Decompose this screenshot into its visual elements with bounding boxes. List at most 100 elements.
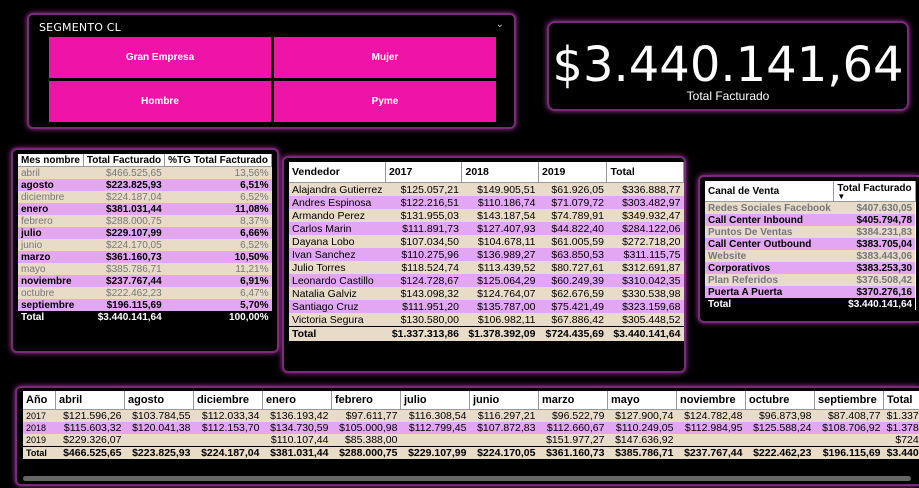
col-header[interactable]: Total (606, 162, 684, 183)
table-row[interactable]: julio $229.107,99 6,66% (18, 227, 272, 239)
table-row[interactable]: Call Center Inbound $405.794,78 (705, 214, 916, 226)
table-row[interactable]: Puntos De Ventas $384.231,83 (705, 226, 916, 238)
col-header[interactable]: Total Facturado (83, 154, 166, 167)
table-row[interactable]: 2019 $229.326,07 $110.107,44 $85.388,00 $151… (23, 434, 919, 447)
table-row[interactable]: Call Center Outbound $383.705,04 (705, 238, 916, 250)
table-row[interactable]: diciembre $224.187,04 6,52% (18, 191, 272, 203)
table-row[interactable]: Natalia Galviz $143.098,32 $124.764,07 $62.… (289, 287, 684, 300)
table-cell: $136.989,27 (461, 248, 539, 261)
table-cell: $381.031,44 (262, 446, 332, 459)
table-row[interactable]: Carlos Marin $111.891,73 $127.407,93 $44.82… (289, 222, 684, 235)
table-cell: $330.538,98 (606, 287, 684, 300)
table-cell: $110.186,74 (461, 196, 539, 209)
anio-mes-matrix: Año abril agosto diciembre enero febrero julio… (23, 391, 919, 459)
canal-table: Canal de Venta Total Facturado ▼ Redes So… (705, 181, 916, 310)
table-cell: $116.308,54 (400, 409, 470, 422)
table-row[interactable]: enero $381.031,44 11,08% (18, 203, 272, 215)
table-cell: Total (289, 326, 386, 341)
table-row[interactable]: septiembre $196.115,69 5,70% (18, 299, 272, 311)
table-cell: $3.440.141,64 (606, 326, 684, 341)
table-row[interactable]: Andres Espinosa $122.216,51 $110.186,74 $71… (289, 196, 684, 209)
table-row[interactable]: Plan Referidos $376.508,42 (705, 274, 916, 286)
col-header[interactable]: Canal de Venta (705, 181, 835, 202)
table-cell: $143.098,32 (385, 287, 462, 300)
table-cell: $383.705,04 (833, 238, 916, 250)
col-header[interactable]: 2017 (385, 162, 463, 183)
col-header[interactable]: julio (400, 391, 470, 410)
table-row[interactable]: Dayana Lobo $107.034,50 $104.678,11 $61.005… (289, 235, 684, 248)
table-row[interactable]: noviembre $237.767,44 6,91% (18, 275, 272, 287)
table-cell: $110.107,44 (262, 434, 332, 447)
table-cell: febrero (18, 215, 84, 227)
table-row[interactable]: Ivan Sanchez $110.275,96 $136.989,27 $63.85… (289, 248, 684, 261)
table-row[interactable]: Julio Torres $118.524,74 $113.439,52 $80.72… (289, 261, 684, 274)
col-header[interactable]: Total Facturado ▼ (833, 181, 916, 202)
sort-desc-icon: ▼ (837, 191, 846, 201)
table-cell: $305.448,52 (606, 313, 684, 327)
table-cell: $724.4 (883, 434, 919, 447)
canal-table-panel: Canal de Venta Total Facturado ▼ Redes So… (698, 175, 919, 323)
total-row: Total $1.337.313,86 $1.378.392,09 $724.435,… (289, 326, 684, 341)
col-header[interactable]: septiembre (814, 391, 884, 410)
table-cell: Total (705, 298, 834, 310)
table-row[interactable]: Corporativos $383.253,30 (705, 262, 916, 274)
table-row[interactable]: abril $466.525,65 13,56% (18, 166, 272, 179)
table-row[interactable]: Armando Perez $131.955,03 $143.187,54 $74.7… (289, 209, 684, 222)
table-row[interactable]: Puerta A Puerta $370.276,16 (705, 286, 916, 298)
table-row[interactable]: agosto $223.825,93 6,51% (18, 179, 272, 191)
table-cell: $376.508,42 (833, 274, 916, 286)
col-header[interactable]: mayo (607, 391, 677, 410)
table-cell (676, 434, 746, 447)
table-cell: 10,50% (164, 251, 272, 263)
table-row[interactable]: Victoria Segura $130.580,00 $106.982,11 $67… (289, 313, 684, 327)
table-row[interactable]: Website $383.443,06 (705, 250, 916, 262)
table-cell: $67.886,42 (538, 313, 607, 327)
col-header[interactable]: diciembre (193, 391, 263, 410)
table-cell: $272.718,20 (606, 235, 684, 248)
table-cell: $3.440.141,64 (83, 311, 165, 323)
segment-mujer-button[interactable]: Mujer (274, 37, 496, 78)
col-header[interactable]: marzo (538, 391, 608, 410)
segment-hombre-button[interactable]: Hombre (49, 81, 271, 122)
total-row[interactable]: Total $466.525,65 $223.825,93 $224.187,04 $3… (23, 446, 919, 459)
table-row[interactable]: octubre $222.462,23 6,47% (18, 287, 272, 299)
col-header[interactable]: febrero (331, 391, 401, 410)
table-row[interactable]: mayo $385.786,71 11,21% (18, 263, 272, 275)
table-cell: Victoria Segura (289, 313, 386, 327)
table-cell (400, 434, 470, 447)
table-row[interactable]: Santiago Cruz $111.951,20 $135.787,00 $75.4… (289, 300, 684, 313)
table-cell: $135.787,00 (461, 300, 539, 313)
col-header[interactable]: Mes nombre (18, 154, 84, 167)
horizontal-scrollbar[interactable] (23, 476, 911, 481)
table-row[interactable]: 2018 $115.603,32 $120.041,38 $112.153,70 $13… (23, 422, 919, 434)
col-header[interactable]: junio (469, 391, 539, 410)
col-header[interactable]: 2018 (461, 162, 539, 183)
table-row[interactable]: febrero $288.000,75 8,37% (18, 215, 272, 227)
col-header[interactable]: enero (262, 391, 332, 410)
table-row[interactable]: Leonardo Castillo $124.728,67 $125.064,29 $… (289, 274, 684, 287)
table-row[interactable]: 2017 $121.596,26 $103.784,55 $112.033,34 $13… (23, 409, 919, 422)
table-cell: $134.730,59 (262, 422, 332, 434)
col-header[interactable]: Año (23, 391, 56, 410)
table-row[interactable]: Redes Sociales Facebook $407.630,05 (705, 201, 916, 214)
col-header[interactable]: 2019 (538, 162, 608, 183)
chevron-down-icon[interactable]: ⌄ (496, 19, 504, 30)
col-header[interactable]: noviembre (676, 391, 746, 410)
table-row[interactable]: junio $224.170,05 6,52% (18, 239, 272, 251)
table-cell: Call Center Outbound (705, 238, 834, 250)
slicer-title: SEGMENTO CL (39, 21, 122, 34)
segment-pyme-button[interactable]: Pyme (274, 81, 496, 122)
segment-gran-empresa-button[interactable]: Gran Empresa (49, 37, 271, 78)
table-cell: $383.253,30 (833, 262, 916, 274)
col-header[interactable]: Vendedor (289, 162, 386, 183)
table-cell: $237.767,44 (676, 446, 746, 459)
table-cell: $336.888,77 (606, 182, 684, 196)
col-header[interactable]: %TG Total Facturado (164, 154, 272, 167)
table-row[interactable]: Alajandra Gutierrez $125.057,21 $149.905,5… (289, 182, 684, 196)
table-row[interactable]: marzo $361.160,73 10,50% (18, 251, 272, 263)
col-header[interactable]: Total (883, 391, 919, 410)
table-cell: $349.932,47 (606, 209, 684, 222)
col-header[interactable]: octubre (745, 391, 815, 410)
col-header[interactable]: agosto (124, 391, 194, 410)
col-header[interactable]: abril (55, 391, 125, 410)
